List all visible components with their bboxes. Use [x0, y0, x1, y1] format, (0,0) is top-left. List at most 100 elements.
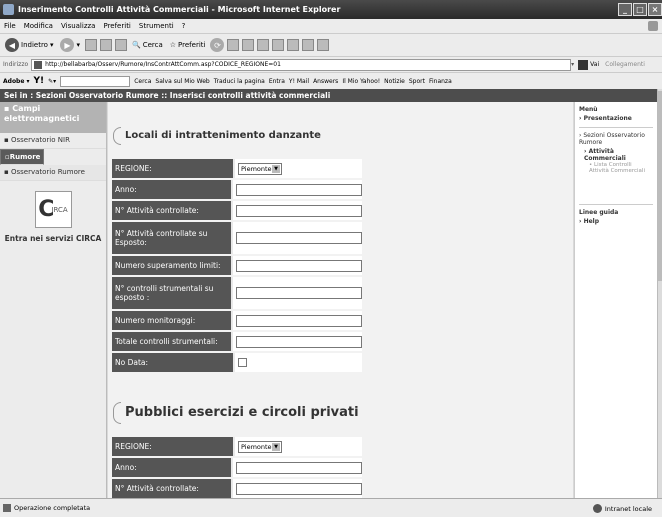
link-sezioni-rumore[interactable]: › Sezioni Osservatorio Rumore: [579, 132, 653, 146]
yahoo-item-salva[interactable]: Salva sul Mio Web: [155, 78, 209, 85]
links-label[interactable]: Collegamenti: [605, 61, 645, 68]
text-input[interactable]: [236, 232, 362, 244]
messenger-icon[interactable]: [287, 39, 300, 51]
edit-icon[interactable]: [257, 39, 270, 51]
yahoo-item-finanza[interactable]: Finanza: [429, 78, 452, 85]
yahoo-item-notizie[interactable]: Notizie: [384, 78, 405, 85]
link-attivita-commerciali[interactable]: › Attività Commerciali: [579, 148, 653, 162]
yahoo-item-sport[interactable]: Sport: [409, 78, 425, 85]
discuss-icon[interactable]: [272, 39, 285, 51]
favorites-button[interactable]: ☆ Preferiti: [168, 41, 208, 49]
address-bar: Indirizzo http://bellabarba/Osserv/Rumor…: [0, 56, 662, 72]
sidebar-item-osservatorio-rumore[interactable]: ▪ Osservatorio Rumore: [0, 165, 106, 181]
yahoo-logo-icon[interactable]: Y!: [34, 76, 45, 86]
field-cell: [231, 332, 362, 351]
chevron-down-icon: ▼: [272, 442, 280, 451]
text-input[interactable]: [236, 461, 362, 474]
text-input[interactable]: [236, 335, 362, 348]
yahoo-item-mio-yahoo[interactable]: Il Mio Yahoo!: [342, 78, 380, 85]
close-button[interactable]: ×: [648, 3, 662, 16]
field-cell: [231, 222, 362, 254]
page-icon: [34, 60, 43, 69]
link-presentazione[interactable]: › Presentazione: [579, 115, 653, 122]
chevron-down-icon: ▾: [76, 41, 80, 49]
form-row: REGIONE: Piemonte ▼: [112, 159, 362, 178]
text-input[interactable]: [236, 287, 362, 299]
circa-logo[interactable]: C IRCA: [34, 191, 72, 228]
breadcrumb: Sei in : Sezioni Osservatorio Rumore :: …: [0, 89, 657, 102]
menu-strumenti[interactable]: Strumenti: [139, 22, 174, 30]
go-button[interactable]: Vai: [578, 59, 599, 70]
forward-button[interactable]: ▶ ▾: [58, 38, 82, 52]
no-data-checkbox[interactable]: [238, 358, 247, 367]
forward-arrow-icon: ▶: [60, 38, 75, 52]
circa-link[interactable]: Entra nei servizi CIRCA: [0, 234, 106, 243]
chevron-down-icon: ▾: [49, 41, 54, 49]
scrollbar-thumb[interactable]: [658, 91, 662, 281]
status-page-icon: [3, 504, 11, 512]
menu-visualizza[interactable]: Visualizza: [61, 22, 95, 30]
text-input[interactable]: [236, 259, 362, 272]
form-row: No Data:: [112, 353, 362, 372]
menu-preferiti[interactable]: Preferiti: [103, 22, 130, 30]
search-button[interactable]: 🔍 Cerca: [130, 41, 165, 49]
sidebar-item-rumore[interactable]: ▫ Rumore: [0, 149, 44, 165]
vertical-scrollbar[interactable]: [657, 89, 662, 498]
home-icon[interactable]: [114, 39, 127, 51]
form-row: N° Attività controllate:: [112, 201, 362, 220]
yahoo-search-button[interactable]: Cerca: [134, 78, 151, 85]
field-label: Anno:: [112, 458, 231, 477]
link-help[interactable]: › Help: [579, 218, 653, 225]
field-cell: [231, 311, 362, 330]
menu-file[interactable]: File: [4, 22, 16, 30]
sidebar-item-campi[interactable]: ▪ Campi elettromagnetici: [0, 102, 106, 133]
address-dropdown-icon[interactable]: ▾: [571, 61, 574, 68]
field-cell: [231, 277, 362, 309]
section-title-danzante: Locali di intrattenimento danzante: [113, 127, 321, 145]
research-icon[interactable]: [302, 39, 315, 51]
field-cell: [231, 201, 362, 220]
regione-select[interactable]: Piemonte ▼: [238, 440, 282, 453]
field-cell: [233, 353, 362, 372]
globe-icon: [592, 504, 602, 513]
address-field[interactable]: http://bellabarba/Osserv/Rumore/InsContr…: [31, 58, 572, 71]
stop-icon[interactable]: [84, 39, 97, 51]
form-row: N° Attività controllate:: [112, 479, 362, 498]
tools-icon[interactable]: [317, 39, 330, 51]
refresh-icon[interactable]: [99, 39, 112, 51]
menu-help[interactable]: ?: [182, 22, 186, 30]
history-icon[interactable]: ⟳: [210, 38, 225, 52]
yahoo-toolbar: Adobe ▾ Y! ✎▾ Cerca Salva sul Mio Web Tr…: [0, 72, 662, 89]
yahoo-item-entra[interactable]: Entra: [269, 78, 285, 85]
zone-text: Intranet locale: [604, 504, 652, 513]
field-label: REGIONE:: [112, 159, 233, 178]
text-input[interactable]: [236, 482, 362, 495]
pencil-icon[interactable]: ✎▾: [48, 78, 56, 85]
text-input[interactable]: [236, 204, 362, 217]
link-lista-controlli[interactable]: • Lista Controlli Attività Commerciali: [579, 162, 653, 174]
regione-select[interactable]: Piemonte ▼: [238, 162, 282, 175]
search-icon: 🔍: [131, 41, 141, 49]
menu-modifica[interactable]: Modifica: [24, 22, 53, 30]
maximize-button[interactable]: □: [633, 3, 647, 16]
main-content: Locali di intrattenimento danzante REGIO…: [108, 102, 573, 498]
zone-indicator: Intranet locale: [592, 504, 652, 513]
form-row: Totale controlli strumentali:: [112, 332, 362, 351]
sidebar-item-osservatorio-nir[interactable]: ▪ Osservatorio NIR: [0, 133, 106, 149]
yahoo-item-traduci[interactable]: Traduci la pagina: [214, 78, 265, 85]
ie-icon: [3, 4, 14, 15]
text-input[interactable]: [236, 183, 362, 196]
minimize-button[interactable]: _: [618, 3, 632, 16]
mail-icon[interactable]: [227, 39, 240, 51]
adobe-logo[interactable]: Adobe ▾: [3, 78, 30, 85]
field-label: REGIONE:: [112, 437, 233, 456]
back-button[interactable]: ◀ Indietro ▾: [3, 38, 55, 52]
yahoo-search-input[interactable]: [60, 75, 131, 87]
window-title: Inserimento Controlli Attività Commercia…: [18, 5, 341, 14]
status-bar: Operazione completata Intranet locale: [0, 498, 662, 517]
field-label: N° Attività controllate:: [112, 479, 231, 498]
print-icon[interactable]: [242, 39, 255, 51]
yahoo-item-answers[interactable]: Answers: [313, 78, 338, 85]
text-input[interactable]: [236, 314, 362, 327]
yahoo-item-mail[interactable]: Y! Mail: [289, 78, 309, 85]
